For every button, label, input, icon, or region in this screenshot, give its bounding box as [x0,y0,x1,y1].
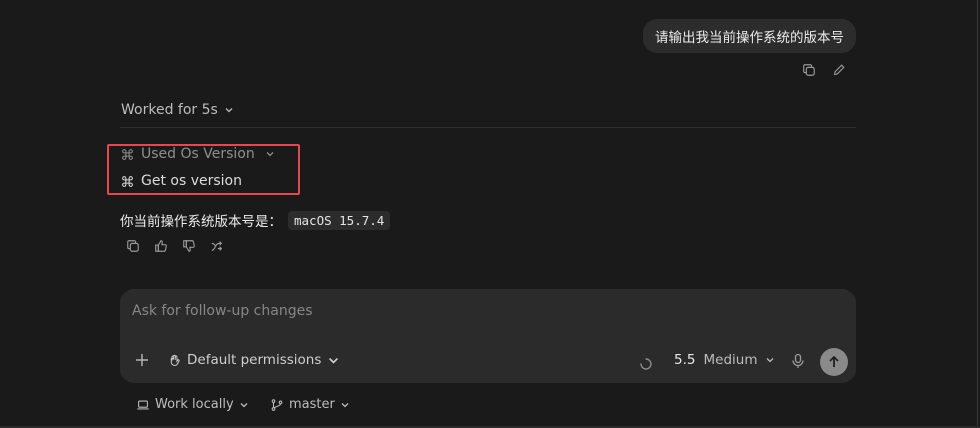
chevron-down-icon [341,402,349,407]
copy-icon[interactable] [125,238,141,254]
model-selector[interactable]: 5.5 Medium [674,352,775,368]
window-edge [977,0,978,428]
user-message-text: 请输出我当前操作系统的版本号 [655,30,844,46]
get-os-version-item[interactable]: Get os version [121,173,242,189]
permissions-label: Default permissions [187,352,322,368]
work-locally-dropdown[interactable]: Work locally [136,397,249,412]
worked-for-toggle[interactable]: Worked for 5s [121,102,234,118]
divider [120,127,856,128]
spinner-icon [640,355,652,370]
composer: Default permissions 5.5 Medium [120,289,856,383]
copy-icon[interactable] [801,62,817,78]
worked-for-label: Worked for 5s [121,102,218,118]
send-button[interactable] [820,348,848,376]
answer-actions [125,238,225,254]
chevron-down-icon [329,357,339,364]
branch-label: master [289,397,335,412]
used-os-version-toggle[interactable]: Used Os Version [121,146,275,162]
user-message-bubble: 请输出我当前操作系统的版本号 [643,19,856,53]
chevron-down-icon [225,108,233,113]
answer-code: macOS 15.7.4 [288,210,391,230]
used-os-version-label: Used Os Version [141,146,255,162]
assistant-answer: 你当前操作系统版本号是： macOS 15.7.4 [120,210,391,230]
thumbs-up-icon[interactable] [153,238,169,254]
chevron-down-icon [767,358,774,363]
work-locally-label: Work locally [155,397,234,412]
permissions-dropdown[interactable]: Default permissions [168,352,340,368]
microphone-icon[interactable] [791,353,805,369]
hand-icon [170,354,180,366]
arrow-up-icon [829,355,839,367]
follow-up-input[interactable] [132,301,832,321]
model-effort: Medium [703,352,758,368]
git-branch-icon [271,398,283,411]
model-version: 5.5 [674,352,696,368]
pencil-icon[interactable] [831,62,847,78]
chevron-down-icon [240,402,248,407]
branch-icon[interactable] [209,238,225,254]
thumbs-down-icon[interactable] [181,238,197,254]
laptop-icon [137,400,149,409]
command-icon [122,148,133,160]
answer-text: 你当前操作系统版本号是： [120,214,282,230]
user-message-actions [801,62,847,78]
chevron-down-icon [266,152,274,157]
get-os-version-label: Get os version [141,173,242,189]
command-icon [122,175,133,187]
plus-icon[interactable] [134,352,150,368]
branch-dropdown[interactable]: master [270,397,350,412]
